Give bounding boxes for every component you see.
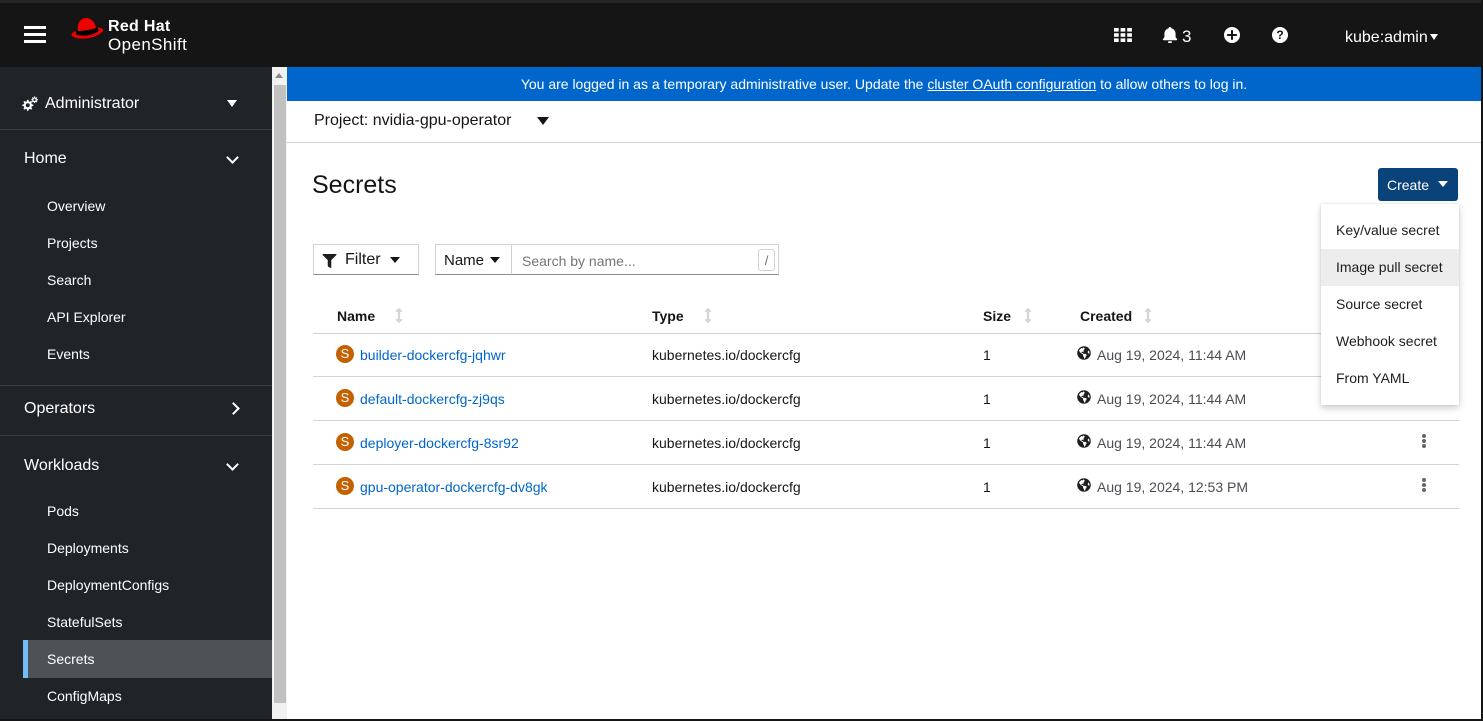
svg-text:?: ?: [1276, 28, 1283, 42]
